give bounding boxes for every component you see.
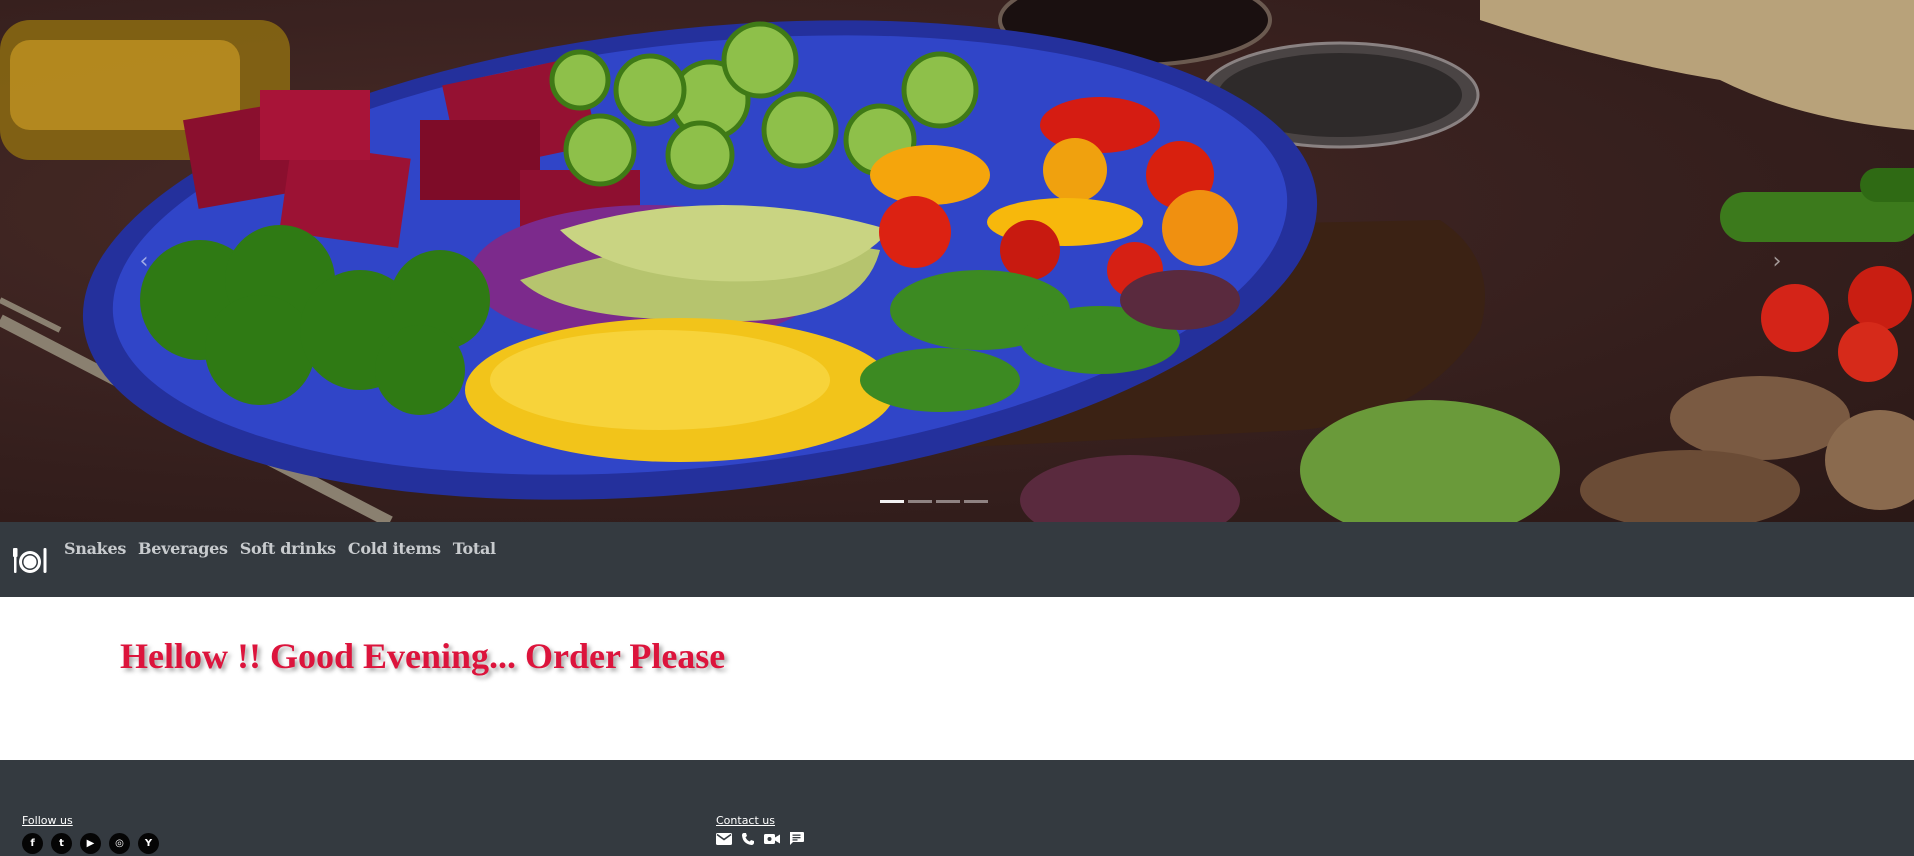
navbar: Snakes Beverages Soft drinks Cold items … xyxy=(0,522,1914,597)
carousel-indicator[interactable] xyxy=(908,500,932,503)
carousel-indicator[interactable] xyxy=(936,500,960,503)
youtube-icon[interactable]: ▶ xyxy=(80,833,101,854)
contact-us-section: Contact us xyxy=(716,814,804,847)
plate-cutlery-icon xyxy=(13,548,47,573)
social-icons: f t ▶ ◎ Y xyxy=(22,833,159,854)
carousel-indicator[interactable] xyxy=(964,500,988,503)
follow-us-section: Follow us f t ▶ ◎ Y xyxy=(22,814,159,854)
contact-us-link[interactable]: Contact us xyxy=(716,814,804,827)
hero-carousel: ‹ › xyxy=(0,0,1914,522)
hero-image xyxy=(0,0,1914,522)
nav-link-soft-drinks[interactable]: Soft drinks xyxy=(240,539,337,558)
phone-icon[interactable] xyxy=(740,831,756,847)
chevron-left-icon: ‹ xyxy=(139,248,149,274)
nav-link-snakes[interactable]: Snakes xyxy=(64,539,126,558)
yahoo-icon[interactable]: Y xyxy=(138,833,159,854)
nav-link-cold-items[interactable]: Cold items xyxy=(348,539,441,558)
carousel-indicator[interactable] xyxy=(880,500,904,503)
twitter-icon[interactable]: t xyxy=(51,833,72,854)
chevron-right-icon: › xyxy=(1772,248,1782,274)
mail-icon[interactable] xyxy=(716,831,732,847)
footer: Follow us f t ▶ ◎ Y Contact us xyxy=(0,760,1914,856)
facebook-icon[interactable]: f xyxy=(22,833,43,854)
greeting-section: Hellow !! Good Evening... Order Please xyxy=(0,597,1914,760)
video-call-icon[interactable] xyxy=(764,831,780,847)
follow-us-link[interactable]: Follow us xyxy=(22,814,159,827)
nav-link-beverages[interactable]: Beverages xyxy=(138,539,228,558)
nav-links: Snakes Beverages Soft drinks Cold items … xyxy=(64,539,496,558)
navbar-brand[interactable] xyxy=(12,542,48,578)
carousel-indicators xyxy=(880,500,988,503)
greeting-heading: Hellow !! Good Evening... Order Please xyxy=(120,636,726,676)
chat-icon[interactable] xyxy=(788,831,804,847)
carousel-prev-button[interactable]: ‹ xyxy=(129,246,159,276)
instagram-icon[interactable]: ◎ xyxy=(109,833,130,854)
carousel-next-button[interactable]: › xyxy=(1762,246,1792,276)
nav-link-total[interactable]: Total xyxy=(453,539,496,558)
contact-icons xyxy=(716,831,804,847)
